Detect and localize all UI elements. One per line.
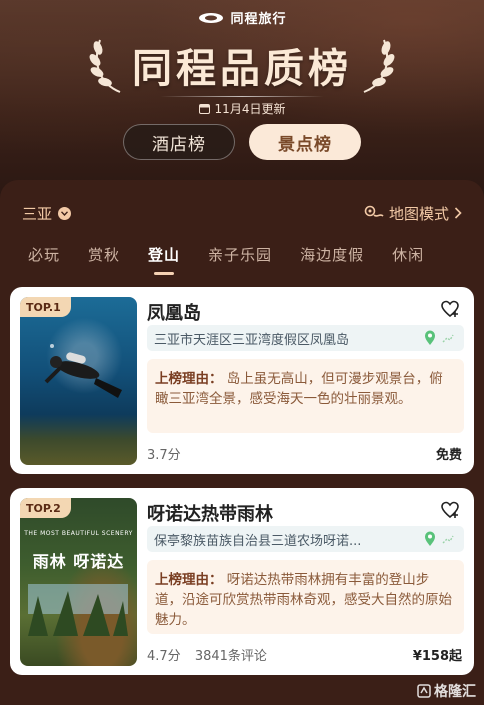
attraction-image: TOP.1 — [20, 297, 137, 465]
route-arrow-icon — [442, 535, 454, 544]
location-bar: 三亚 地图模式 — [22, 202, 462, 224]
update-date: 11月4日更新 — [214, 102, 286, 116]
divider — [160, 96, 324, 97]
rank-badge: TOP.1 — [20, 297, 71, 317]
rainforest-graphic — [28, 584, 128, 636]
city-selector[interactable]: 三亚 — [22, 203, 72, 224]
rating-score: 3.7分 — [147, 448, 181, 463]
chevron-down-icon — [58, 206, 72, 220]
address-bar[interactable]: 保亭黎族苗族自治县三道农场呀诺... — [147, 526, 464, 552]
title-block: 同程品质榜 — [0, 30, 484, 100]
ranking-reason: 上榜理由： 岛上虽无高山，但可漫步观景台，俯瞰三亚湾全景，感受海天一色的壮丽景观… — [147, 359, 464, 433]
ranking-reason: 上榜理由： 呀诺达热带雨林拥有丰富的登山步道，沿途可欣赏热带雨林奇观，感受大自然… — [147, 560, 464, 634]
watermark: 格隆汇 — [417, 681, 476, 701]
review-count: 3841条评论 — [194, 649, 267, 664]
page-title: 同程品质榜 — [132, 46, 352, 92]
tab-attraction-ranking[interactable]: 景点榜 — [249, 124, 361, 160]
image-caption-big: 雨林 呀诺达 — [32, 552, 125, 571]
rating-score: 4.7分 — [147, 649, 181, 664]
hero-header: 同程旅行 同程品质榜 11月4日更新 酒店榜 景点榜 — [0, 0, 484, 200]
address-text: 三亚市天涯区三亚湾度假区凤凰岛 — [154, 332, 350, 348]
favorite-heart-icon[interactable] — [440, 500, 460, 520]
city-name: 三亚 — [22, 204, 53, 223]
tab-autumn[interactable]: 赏秋 — [88, 244, 120, 265]
brand-name: 同程旅行 — [230, 12, 287, 27]
calendar-icon — [198, 104, 210, 114]
attraction-card[interactable]: THE MOST BEAUTIFUL SCENERY 雨林 呀诺达 TOP.2 … — [10, 488, 474, 675]
rating-line: 3.7分 — [147, 444, 181, 463]
address-text: 保亭黎族苗族自治县三道农场呀诺... — [154, 533, 362, 549]
price: 免费 — [435, 448, 462, 463]
reason-label: 上榜理由： — [155, 371, 223, 387]
price: ¥158起 — [412, 649, 462, 664]
attraction-image: THE MOST BEAUTIFUL SCENERY 雨林 呀诺达 TOP.2 — [20, 498, 137, 666]
location-pin-icon — [425, 330, 435, 345]
location-pin-icon — [425, 531, 435, 546]
attraction-name: 凤凰岛 — [147, 303, 201, 324]
tab-leisure[interactable]: 休闲 — [392, 244, 424, 265]
image-caption-small: THE MOST BEAUTIFUL SCENERY — [24, 530, 133, 537]
laurel-right-icon — [363, 39, 395, 93]
chevron-right-icon — [454, 207, 462, 219]
reason-label: 上榜理由： — [155, 572, 223, 588]
tongcheng-logo-icon — [199, 12, 224, 23]
address-bar[interactable]: 三亚市天涯区三亚湾度假区凤凰岛 — [147, 325, 464, 351]
map-mode-button[interactable]: 地图模式 — [364, 203, 462, 224]
brand: 同程旅行 — [0, 8, 484, 27]
rank-badge: TOP.2 — [20, 498, 71, 518]
tab-family-park[interactable]: 亲子乐园 — [208, 244, 272, 265]
scuba-diver-graphic — [44, 344, 122, 398]
ranking-tabs: 酒店榜 景点榜 — [0, 124, 484, 160]
rating-line: 4.7分 3841条评论 — [147, 645, 267, 664]
tab-must-play[interactable]: 必玩 — [28, 244, 60, 265]
category-tabs: 必玩 赏秋 登山 亲子乐园 海边度假 休闲 — [0, 244, 484, 276]
map-mode-icon — [364, 205, 384, 217]
tab-hiking[interactable]: 登山 — [148, 244, 180, 265]
attraction-name: 呀诺达热带雨林 — [147, 504, 273, 525]
content-panel: 三亚 地图模式 必玩 赏秋 登山 亲子乐园 海边度假 休闲 TOP.1 凤凰岛 … — [0, 180, 484, 705]
route-arrow-icon — [442, 334, 454, 343]
tab-seaside[interactable]: 海边度假 — [300, 244, 364, 265]
update-info: 11月4日更新 — [0, 96, 484, 117]
favorite-heart-icon[interactable] — [440, 299, 460, 319]
tab-hotel-ranking[interactable]: 酒店榜 — [123, 124, 235, 160]
laurel-left-icon — [89, 39, 121, 93]
gelonghui-logo-icon — [417, 684, 431, 698]
attraction-card[interactable]: TOP.1 凤凰岛 三亚市天涯区三亚湾度假区凤凰岛 上榜理由： 岛上虽无高山，但… — [10, 287, 474, 474]
map-mode-label: 地图模式 — [388, 204, 449, 223]
watermark-text: 格隆汇 — [434, 684, 476, 700]
